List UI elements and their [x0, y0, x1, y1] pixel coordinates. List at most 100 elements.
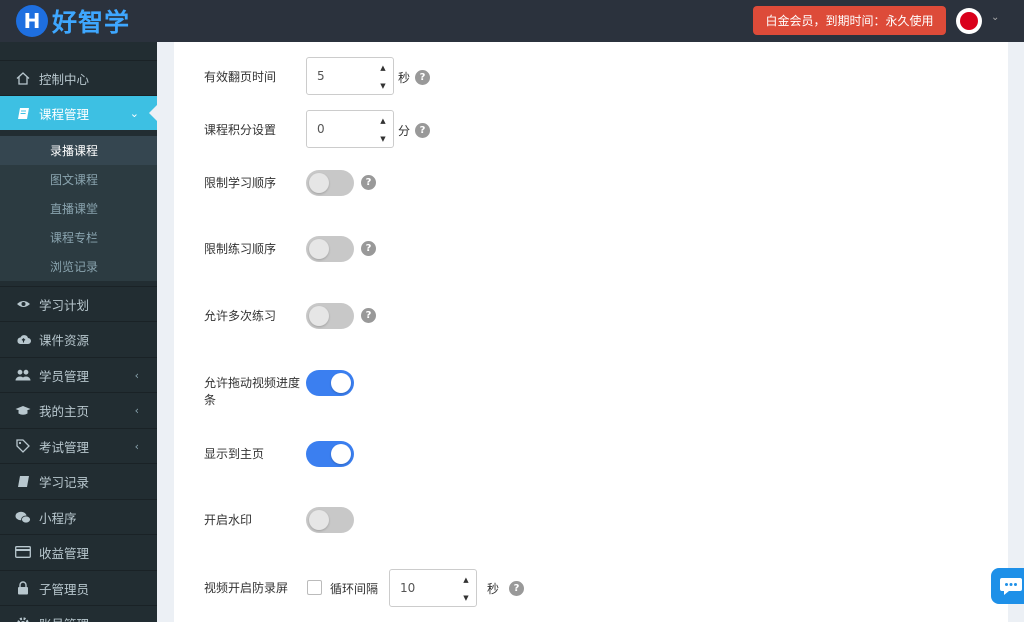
submenu-item-recorded-courses[interactable]: 录播课程	[0, 136, 157, 165]
sidebar-item-students[interactable]: 学员管理 ‹	[0, 357, 157, 392]
caret-up-icon[interactable]: ▲	[380, 64, 385, 72]
loop-interval-unit: 秒	[487, 582, 500, 596]
course-points-unit: 分	[398, 124, 411, 138]
credit-card-icon	[15, 546, 31, 558]
caret-up-icon[interactable]: ▲	[380, 117, 385, 125]
sidebar-item-label: 学员管理	[39, 368, 90, 384]
page-time-input[interactable]: 5 ▲ ▼	[306, 57, 394, 95]
show-on-homepage-toggle[interactable]	[306, 441, 354, 467]
course-points-value: 0	[317, 122, 325, 136]
sidebar-item-my-homepage[interactable]: 我的主页 ‹	[0, 392, 157, 427]
caret-down-icon[interactable]: ▼	[380, 135, 385, 143]
toggle-knob	[309, 239, 329, 259]
tag-icon	[15, 439, 31, 453]
sidebar-item-label: 学习计划	[39, 297, 90, 313]
cloud-upload-icon	[15, 334, 31, 345]
limit-study-order-toggle[interactable]	[306, 170, 354, 196]
sidebar-item-dashboard[interactable]: 控制中心	[0, 60, 157, 95]
toggle-knob	[331, 444, 351, 464]
submenu-item-article-courses[interactable]: 图文课程	[0, 165, 157, 194]
help-icon[interactable]: ?	[361, 175, 376, 190]
sidebar-item-study-plan[interactable]: 学习计划	[0, 286, 157, 321]
watermark-toggle[interactable]	[306, 507, 354, 533]
membership-badge[interactable]: 白金会员，到期时间：永久使用	[753, 6, 946, 35]
allow-multiple-practice-toggle[interactable]	[306, 303, 354, 329]
sidebar-item-label: 课件资源	[39, 332, 90, 348]
chevron-down-icon[interactable]: ⌄	[991, 12, 999, 23]
toggle-knob	[331, 373, 351, 393]
chevron-left-icon: ‹	[134, 368, 139, 382]
avatar-image	[960, 12, 978, 30]
sidebar-item-label: 我的主页	[39, 403, 90, 419]
submenu-item-course-column[interactable]: 课程专栏	[0, 223, 157, 252]
sidebar-item-label: 小程序	[39, 510, 77, 526]
sidebar-item-label: 课程管理	[39, 106, 90, 122]
loop-interval-label: 循环间隔	[330, 582, 379, 596]
sidebar-item-mini-program[interactable]: 小程序	[0, 499, 157, 534]
course-points-label: 课程积分设置	[204, 123, 277, 137]
sidebar-item-label: 控制中心	[39, 71, 90, 87]
sidebar-item-label: 学习记录	[39, 474, 90, 490]
sidebar-item-sub-admins[interactable]: 子管理员	[0, 570, 157, 605]
sidebar-item-exams[interactable]: 考试管理 ‹	[0, 428, 157, 463]
book-icon	[15, 107, 31, 120]
limit-practice-order-label: 限制练习顺序	[204, 242, 277, 256]
toggle-knob	[309, 510, 329, 530]
lock-icon	[15, 581, 31, 595]
course-points-input[interactable]: 0 ▲ ▼	[306, 110, 394, 148]
logo-badge: H	[16, 5, 48, 37]
sidebar-item-study-records[interactable]: 学习记录	[0, 463, 157, 498]
home-icon	[15, 71, 31, 85]
toggle-knob	[309, 306, 329, 326]
help-icon[interactable]: ?	[361, 241, 376, 256]
page-time-unit: 秒	[398, 71, 411, 85]
caret-down-icon[interactable]: ▼	[463, 594, 468, 602]
allow-multiple-practice-label: 允许多次练习	[204, 309, 277, 323]
chat-icon	[1000, 578, 1022, 595]
help-icon[interactable]: ?	[415, 123, 430, 138]
caret-down-icon[interactable]: ▼	[380, 82, 385, 90]
avatar[interactable]	[956, 8, 982, 34]
chevron-left-icon: ‹	[134, 403, 139, 417]
page-time-stepper[interactable]: ▲ ▼	[379, 64, 387, 90]
top-navbar: H 好智学 白金会员，到期时间：永久使用 ⌄	[0, 0, 1024, 42]
sidebar-item-label: 收益管理	[39, 545, 90, 561]
chevron-down-icon: ⌄	[129, 106, 139, 120]
chat-support-button[interactable]	[991, 568, 1024, 604]
limit-practice-order-toggle[interactable]	[306, 236, 354, 262]
loop-interval-value: 10	[400, 581, 416, 595]
page-time-value: 5	[317, 69, 325, 83]
help-icon[interactable]: ?	[509, 581, 524, 596]
sidebar-item-label: 账号管理	[39, 614, 89, 622]
sidebar: 控制中心 课程管理 ⌄ 录播课程 图文课程 直播课堂 课程专栏 浏览记录 学习计…	[0, 42, 157, 622]
sidebar-item-account[interactable]: 账号管理	[0, 605, 157, 622]
limit-study-order-label: 限制学习顺序	[204, 176, 277, 190]
allow-seek-video-label: 允许拖动视频进度条	[204, 376, 301, 407]
settings-icon	[15, 616, 31, 622]
submenu-item-browse-history[interactable]: 浏览记录	[0, 252, 157, 281]
submenu-item-live-classroom[interactable]: 直播课堂	[0, 194, 157, 223]
eye-icon	[15, 299, 31, 309]
help-icon[interactable]: ?	[415, 70, 430, 85]
sidebar-item-revenue[interactable]: 收益管理	[0, 534, 157, 569]
chevron-left-icon: ‹	[134, 439, 139, 453]
sidebar-item-courseware[interactable]: 课件资源	[0, 321, 157, 356]
course-points-stepper[interactable]: ▲ ▼	[379, 117, 387, 143]
caret-up-icon[interactable]: ▲	[463, 576, 468, 584]
loop-interval-input[interactable]: 10 ▲ ▼	[389, 569, 477, 607]
show-on-homepage-label: 显示到主页	[204, 447, 265, 461]
logo[interactable]: H 好智学	[16, 3, 130, 39]
graduation-cap-icon	[15, 405, 31, 416]
watermark-label: 开启水印	[204, 513, 253, 527]
logo-text: 好智学	[52, 8, 131, 37]
toggle-knob	[309, 173, 329, 193]
allow-seek-video-toggle[interactable]	[306, 370, 354, 396]
help-icon[interactable]: ?	[361, 308, 376, 323]
sidebar-item-course-management[interactable]: 课程管理 ⌄	[0, 95, 157, 130]
loop-interval-stepper[interactable]: ▲ ▼	[462, 576, 470, 602]
loop-interval-checkbox[interactable]	[307, 580, 322, 595]
course-submenu: 录播课程 图文课程 直播课堂 课程专栏 浏览记录	[0, 136, 157, 281]
page-time-label: 有效翻页时间	[204, 70, 277, 84]
sidebar-item-label: 子管理员	[39, 581, 90, 597]
sidebar-item-label: 考试管理	[39, 439, 90, 455]
